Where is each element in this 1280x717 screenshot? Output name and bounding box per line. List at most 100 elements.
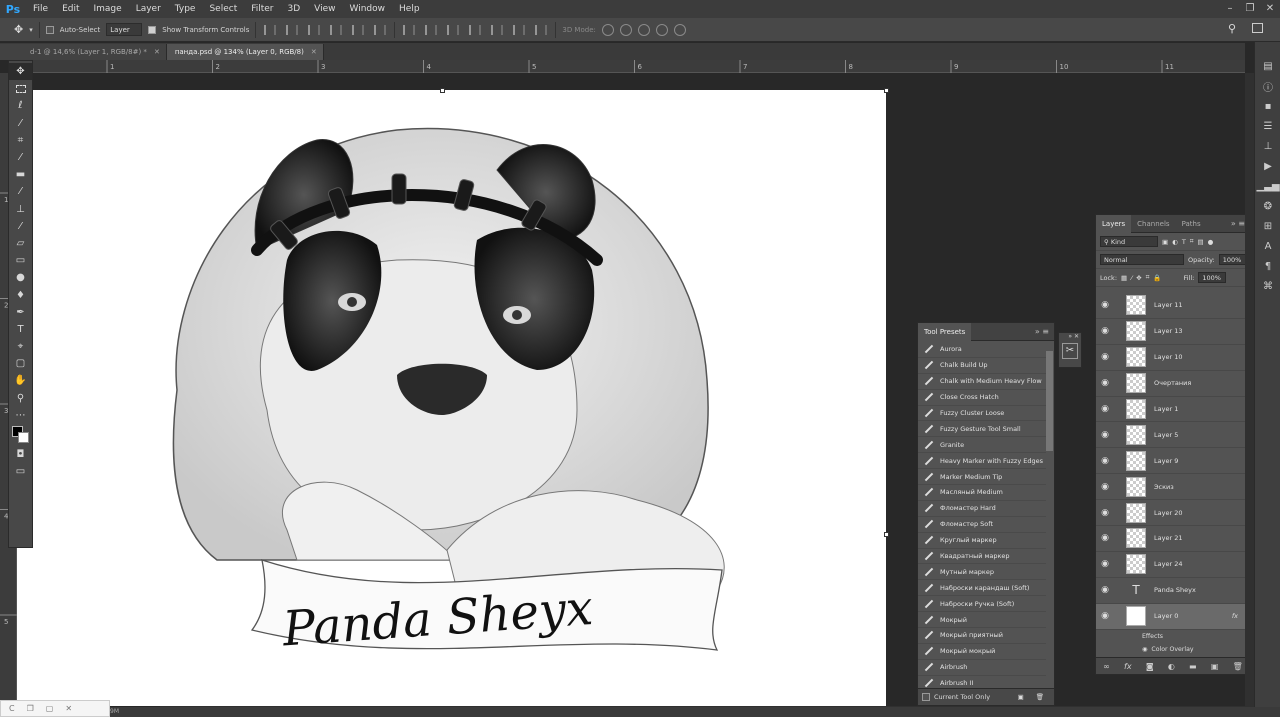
layer-row[interactable]: ◉ Layer 21 bbox=[1096, 526, 1250, 552]
link-icon[interactable]: ∞ bbox=[1103, 662, 1110, 671]
tab-panda-psd[interactable]: панда.psd @ 134% (Layer 0, RGB/8) ✕ bbox=[166, 44, 324, 60]
brush-settings-icon[interactable]: ✂ bbox=[1062, 343, 1078, 359]
background-color-swatch[interactable] bbox=[18, 431, 29, 443]
filter-toggle-icon[interactable]: ● bbox=[1208, 238, 1214, 246]
layer-select[interactable]: Layer bbox=[106, 23, 143, 36]
distribute-vcenter-icon[interactable] bbox=[425, 24, 438, 35]
layer-thumbnail[interactable] bbox=[1126, 606, 1146, 627]
close-icon[interactable]: ✕ bbox=[154, 48, 160, 56]
preset-item[interactable]: Мутный маркер bbox=[918, 564, 1046, 581]
hand-tool-icon[interactable]: ✋ bbox=[9, 372, 32, 389]
properties-icon[interactable]: ☰ bbox=[1255, 116, 1280, 136]
align-hcenter-icon[interactable] bbox=[352, 24, 365, 35]
close-icon[interactable]: ✕ bbox=[311, 48, 317, 56]
layer-thumbnail[interactable] bbox=[1126, 347, 1146, 368]
preset-item[interactable]: Fuzzy Cluster Loose bbox=[918, 406, 1046, 422]
folder-icon[interactable]: ▬ bbox=[1189, 662, 1197, 671]
swatches-icon[interactable]: ❂ bbox=[1255, 196, 1280, 216]
preset-item[interactable]: Chalk with Medium Heavy Flow bbox=[918, 374, 1046, 390]
eye-icon[interactable]: ◉ bbox=[1096, 533, 1114, 543]
new-preset-icon[interactable]: ▣ bbox=[1018, 693, 1024, 701]
layer-row[interactable]: ◉ Layer 20 bbox=[1096, 500, 1250, 527]
preset-item[interactable]: Фломастер Soft bbox=[918, 517, 1046, 533]
preset-item[interactable]: Мокрый bbox=[918, 612, 1046, 629]
lock-position-icon[interactable]: ✥ bbox=[1136, 274, 1141, 282]
preset-item[interactable]: Granite bbox=[918, 437, 1046, 454]
layer-thumbnail[interactable] bbox=[1126, 424, 1146, 445]
blur-tool-icon[interactable]: ● bbox=[9, 269, 32, 286]
eye-icon[interactable]: ◉ bbox=[1096, 611, 1114, 621]
preset-item[interactable]: Круглый маркер bbox=[918, 533, 1046, 549]
clone-source-icon[interactable]: ⊥ bbox=[1255, 136, 1280, 156]
marquee-tool-icon[interactable] bbox=[9, 80, 32, 97]
menu-view[interactable]: View bbox=[307, 0, 342, 18]
glyphs-icon[interactable]: ⌘ bbox=[1255, 276, 1280, 296]
eraser-icon[interactable]: ▱ bbox=[9, 235, 32, 252]
filter-shape-icon[interactable]: ⌗ bbox=[1190, 237, 1194, 246]
layer-name[interactable]: Layer 10 bbox=[1154, 353, 1182, 361]
gradient-tool-icon[interactable]: ▭ bbox=[9, 252, 32, 269]
healing-brush-icon[interactable]: ▬ bbox=[9, 166, 32, 183]
3d-roll-icon[interactable] bbox=[619, 23, 632, 36]
eye-icon[interactable]: ◉ bbox=[1096, 456, 1114, 466]
minimized-window[interactable]: C ❐ ▢ ✕ bbox=[0, 700, 110, 717]
info-icon[interactable]: ⓘ bbox=[1255, 76, 1280, 96]
layer-name[interactable]: Layer 9 bbox=[1154, 457, 1178, 465]
kind-filter-select[interactable]: ⚲ Kind bbox=[1100, 236, 1158, 247]
filter-pixel-icon[interactable]: ▣ bbox=[1162, 238, 1168, 246]
layer-thumbnail[interactable] bbox=[1126, 373, 1146, 394]
menu-edit[interactable]: Edit bbox=[55, 0, 86, 18]
workspace-icon[interactable] bbox=[1252, 23, 1263, 33]
new-layer-icon[interactable]: ▣ bbox=[1211, 662, 1219, 671]
eye-icon[interactable]: ◉ bbox=[1096, 430, 1114, 440]
layer-name[interactable]: Layer 13 bbox=[1154, 327, 1182, 335]
trash-icon[interactable]: 🗑 bbox=[1036, 693, 1044, 701]
dodge-tool-icon[interactable]: ♦ bbox=[9, 286, 32, 303]
close-icon[interactable]: ✕ bbox=[65, 704, 72, 713]
distribute-left-icon[interactable] bbox=[469, 24, 482, 35]
preset-scrollbar[interactable] bbox=[1046, 351, 1053, 451]
eye-icon[interactable]: ◉ bbox=[1096, 352, 1114, 362]
layer-row[interactable]: ◉ Layer 5 bbox=[1096, 422, 1250, 449]
align-bottom-icon[interactable] bbox=[308, 24, 321, 35]
eye-icon[interactable]: ◉ bbox=[1096, 404, 1114, 414]
align-top-icon[interactable] bbox=[264, 24, 277, 35]
eye-icon[interactable]: ◉ bbox=[1142, 646, 1147, 653]
character-icon[interactable]: ▪ bbox=[1255, 96, 1280, 116]
move-tool-icon[interactable]: ✥ bbox=[14, 23, 23, 36]
shape-tool-icon[interactable]: ▢ bbox=[9, 355, 32, 372]
preset-item[interactable]: Airbrush bbox=[918, 660, 1046, 676]
preset-item[interactable]: Мокрый приятный bbox=[918, 628, 1046, 644]
transform-handle[interactable] bbox=[440, 88, 445, 93]
restore-button[interactable]: ❐ bbox=[1240, 0, 1260, 18]
preset-item[interactable]: Close Cross Hatch bbox=[918, 390, 1046, 406]
layer-name[interactable]: Layer 1 bbox=[1154, 405, 1178, 413]
layer-row[interactable]: ◉ Layer 1 bbox=[1096, 397, 1250, 423]
panel-menu-icon[interactable]: » ✕ bbox=[1059, 333, 1081, 340]
screen-mode-icon[interactable]: ▭ bbox=[9, 463, 32, 480]
layer-name[interactable]: Layer 0 bbox=[1154, 612, 1178, 620]
preset-item[interactable]: Fuzzy Gesture Tool Small bbox=[918, 421, 1046, 438]
document-canvas[interactable]: Panda Sheyx bbox=[17, 90, 886, 706]
layer-name[interactable]: Layer 5 bbox=[1154, 431, 1178, 439]
eye-icon[interactable]: ◉ bbox=[1096, 482, 1114, 492]
preset-item[interactable]: Фломастер Hard bbox=[918, 501, 1046, 517]
lasso-tool-icon[interactable]: ℓ bbox=[9, 97, 32, 114]
layer-name[interactable]: Layer 21 bbox=[1154, 534, 1182, 542]
3d-drag-icon[interactable] bbox=[637, 23, 650, 36]
color-overlay-row[interactable]: ◉ Color Overlay bbox=[1096, 643, 1250, 656]
menu-help[interactable]: Help bbox=[392, 0, 427, 18]
tab-paths[interactable]: Paths bbox=[1176, 215, 1207, 233]
distribute-top-icon[interactable] bbox=[403, 24, 416, 35]
distribute-bottom-icon[interactable] bbox=[447, 24, 460, 35]
eyedropper-icon[interactable]: ⁄ bbox=[9, 149, 32, 166]
more-tools-icon[interactable]: ⋯ bbox=[9, 407, 32, 424]
preset-item[interactable]: Наброски Ручка (Soft) bbox=[918, 596, 1046, 613]
tab-tool-presets[interactable]: Tool Presets bbox=[918, 322, 972, 341]
paragraph-icon[interactable]: ¶ bbox=[1255, 256, 1280, 276]
menu-type[interactable]: Type bbox=[168, 0, 203, 18]
preset-item[interactable]: Heavy Marker with Fuzzy Edges bbox=[918, 453, 1046, 470]
fill-input[interactable]: 100% bbox=[1198, 272, 1227, 283]
effects-row[interactable]: Effects bbox=[1096, 630, 1250, 643]
layer-thumbnail[interactable] bbox=[1126, 528, 1146, 549]
